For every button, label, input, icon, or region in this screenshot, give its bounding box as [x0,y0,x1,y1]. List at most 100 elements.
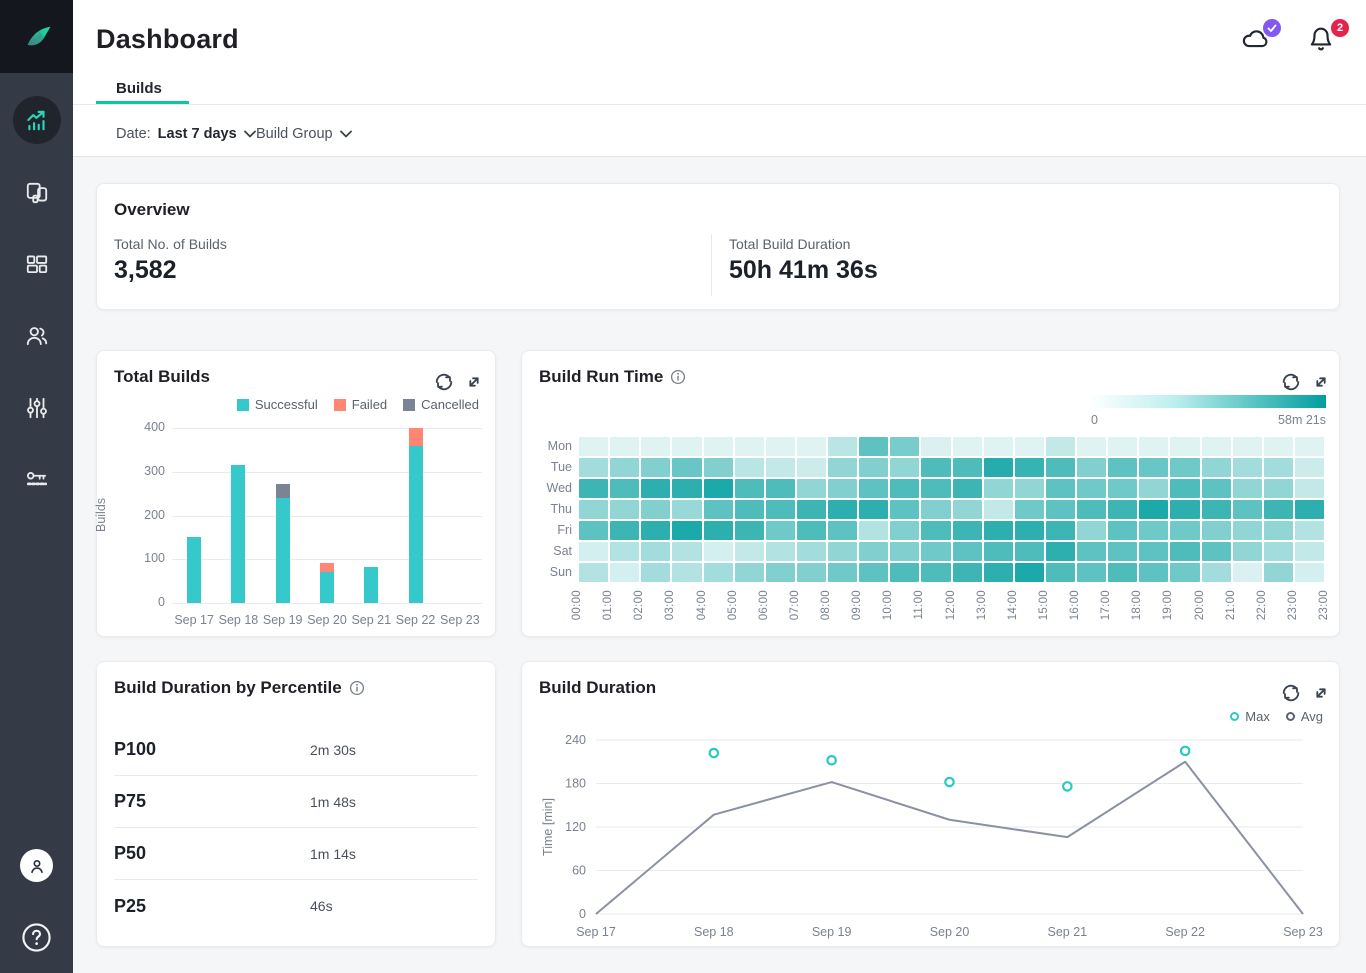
y-axis-tick-label: 100 [111,551,165,565]
heatmap-cell [797,479,826,498]
total-duration-label: Total Build Duration [729,236,850,252]
heatmap-cell [1046,479,1075,498]
expand-button[interactable] [1310,371,1332,393]
heatmap-cell [890,500,919,519]
heatmap-cell [1077,500,1106,519]
heatmap-cell [704,521,733,540]
heatmap-cell [1170,500,1199,519]
heatmap-cell [953,458,982,477]
sidebar-item-workflow-settings[interactable] [24,395,50,421]
date-filter-dropdown[interactable]: Date:Last 7 days [116,126,256,142]
percentile-label: P50 [114,843,310,864]
heatmap-cell [1264,542,1293,561]
total-builds-chart-title: Total Builds [114,367,210,387]
heatmap-cell [1170,458,1199,477]
percentile-row: P501m 14s [114,828,478,880]
account-avatar[interactable] [20,849,53,882]
heatmap-cell [1233,542,1262,561]
heatmap-cell [579,458,608,477]
heatmap-cell [1264,479,1293,498]
percentile-value: 2m 30s [310,742,356,758]
sidebar-item-credentials[interactable] [24,466,50,492]
heatmap-hour-label: 12:00 [945,590,957,620]
heatmap-cell [797,521,826,540]
bar-segment-failed [320,563,334,572]
total-builds-label: Total No. of Builds [114,236,227,252]
insights-chart-icon [24,107,50,133]
heatmap-cell [921,479,950,498]
total-builds-value: 3,582 [114,256,177,285]
heatmap-cell [1015,437,1044,456]
heatmap-cell [1108,500,1137,519]
notifications-button[interactable]: 2 [1308,25,1342,55]
build-group-filter-dropdown[interactable]: Build Group [256,126,352,142]
heatmap-cell [1233,437,1262,456]
heatmap-cell [1139,437,1168,456]
bar-segment-cancelled [276,484,290,498]
filter-bottom-border [73,156,1366,157]
expand-button[interactable] [463,371,485,393]
heatmap-cell [1170,479,1199,498]
bar-segment-successful [320,572,334,604]
heatmap-hour-label: 20:00 [1194,590,1206,620]
info-icon[interactable] [670,369,686,385]
heatmap-scale-gradient [1091,395,1326,408]
legend-item-cancelled: Cancelled [403,397,479,412]
heatmap-cell [1108,437,1137,456]
percentile-title: Build Duration by Percentile [114,678,365,698]
gridline [172,516,482,517]
heatmap-cell [921,563,950,582]
y-axis-tick-label: 60 [572,864,586,878]
heatmap-cell [890,542,919,561]
bar-segment-successful [409,446,423,604]
date-filter-label: Date: [116,126,151,142]
heatmap-cell [672,437,701,456]
refresh-button[interactable] [1280,371,1302,393]
heatmap-cell [579,479,608,498]
heatmap-cell [828,479,857,498]
heatmap-cell [735,437,764,456]
sidebar-item-add-ons[interactable] [24,251,50,277]
heatmap-cell [1295,500,1324,519]
tab-builds[interactable]: Builds [116,80,162,97]
build-status-cloud-button[interactable] [1240,25,1274,55]
heatmap-cell [1202,542,1231,561]
help-button[interactable] [21,922,52,953]
overview-title: Overview [114,200,190,220]
heatmap-cell [766,500,795,519]
layout-grid-icon [24,251,50,277]
y-axis-label: Time [min] [541,798,555,856]
bitrise-logo-icon [18,18,56,56]
heatmap-cell [672,479,701,498]
heatmap-hour-label: 09:00 [851,590,863,620]
heatmap-cell [1295,521,1324,540]
legend-label: Failed [352,397,387,412]
heatmap-cell [984,521,1013,540]
heatmap-hour-label: 01:00 [602,590,614,620]
info-icon[interactable] [349,680,365,696]
max-point [1181,747,1189,755]
heatmap-cell [1264,500,1293,519]
sidebar-item-insights[interactable] [13,96,61,144]
person-icon [27,856,47,876]
heatmap-cell [797,542,826,561]
heatmap-cell [1046,458,1075,477]
heatmap-cell [704,542,733,561]
heatmap-cell [797,458,826,477]
heatmap-cell [766,521,795,540]
heatmap-cell [828,437,857,456]
heatmap-cell [797,500,826,519]
bitrise-logo[interactable] [0,0,73,73]
heatmap-cell [704,437,733,456]
overview-divider [711,234,712,296]
heatmap-cell [672,458,701,477]
heatmap-cell [953,563,982,582]
heatmap-cell [859,542,888,561]
legend-label: Cancelled [421,397,479,412]
heatmap-cell [610,521,639,540]
sidebar-item-apps[interactable] [24,180,50,206]
refresh-button[interactable] [433,371,455,393]
heatmap-hour-label: 02:00 [633,590,645,620]
heatmap-cell [1264,563,1293,582]
sidebar-item-organization[interactable] [24,323,50,349]
